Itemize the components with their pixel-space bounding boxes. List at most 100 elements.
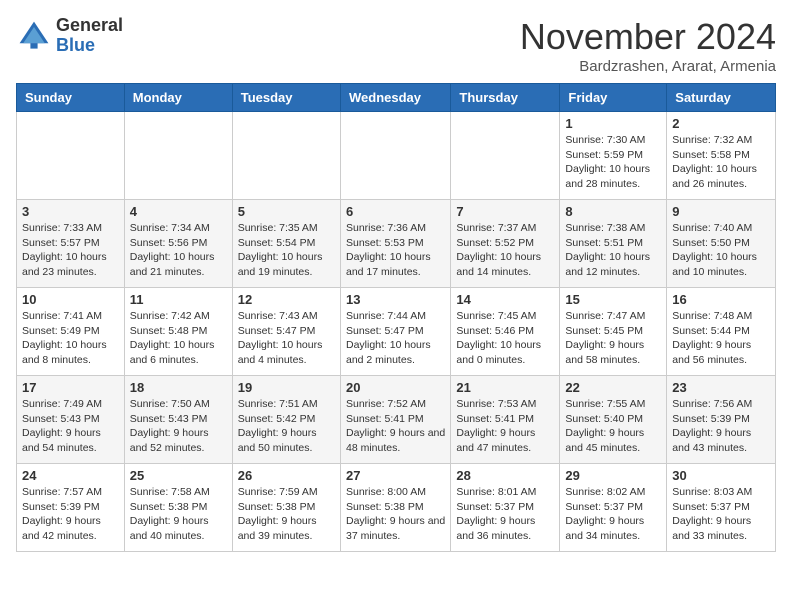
day-info: Sunrise: 7:56 AM Sunset: 5:39 PM Dayligh… <box>672 397 770 456</box>
page-header: General Blue November 2024 Bardzrashen, … <box>16 16 776 75</box>
day-info: Sunrise: 8:00 AM Sunset: 5:38 PM Dayligh… <box>346 485 445 544</box>
calendar-body: 1 Sunrise: 7:30 AM Sunset: 5:59 PM Daylig… <box>17 112 776 552</box>
day-number: 21 <box>456 380 554 395</box>
calendar-cell: 21 Sunrise: 7:53 AM Sunset: 5:41 PM Dayli… <box>451 376 560 464</box>
calendar-cell: 26 Sunrise: 7:59 AM Sunset: 5:38 PM Dayli… <box>232 464 340 552</box>
day-info: Sunrise: 7:49 AM Sunset: 5:43 PM Dayligh… <box>22 397 119 456</box>
month-title: November 2024 <box>520 16 776 58</box>
day-info: Sunrise: 7:32 AM Sunset: 5:58 PM Dayligh… <box>672 133 770 192</box>
calendar-cell: 10 Sunrise: 7:41 AM Sunset: 5:49 PM Dayli… <box>17 288 125 376</box>
day-number: 29 <box>565 468 661 483</box>
day-header-friday: Friday <box>560 84 667 112</box>
logo-blue: Blue <box>56 36 123 56</box>
day-info: Sunrise: 7:41 AM Sunset: 5:49 PM Dayligh… <box>22 309 119 368</box>
day-info: Sunrise: 7:58 AM Sunset: 5:38 PM Dayligh… <box>130 485 227 544</box>
calendar-cell: 3 Sunrise: 7:33 AM Sunset: 5:57 PM Daylig… <box>17 200 125 288</box>
day-number: 30 <box>672 468 770 483</box>
day-info: Sunrise: 7:59 AM Sunset: 5:38 PM Dayligh… <box>238 485 335 544</box>
calendar-week-4: 17 Sunrise: 7:49 AM Sunset: 5:43 PM Dayli… <box>17 376 776 464</box>
day-number: 19 <box>238 380 335 395</box>
day-number: 22 <box>565 380 661 395</box>
calendar-cell: 14 Sunrise: 7:45 AM Sunset: 5:46 PM Dayli… <box>451 288 560 376</box>
calendar-cell <box>451 112 560 200</box>
day-number: 7 <box>456 204 554 219</box>
calendar-cell: 9Sunrise: 7:40 AM Sunset: 5:50 PM Daylig… <box>667 200 776 288</box>
calendar-week-2: 3 Sunrise: 7:33 AM Sunset: 5:57 PM Daylig… <box>17 200 776 288</box>
calendar-cell <box>124 112 232 200</box>
calendar-cell: 13 Sunrise: 7:44 AM Sunset: 5:47 PM Dayli… <box>340 288 450 376</box>
day-info: Sunrise: 7:34 AM Sunset: 5:56 PM Dayligh… <box>130 221 227 280</box>
calendar-cell: 18 Sunrise: 7:50 AM Sunset: 5:43 PM Dayli… <box>124 376 232 464</box>
day-info: Sunrise: 7:43 AM Sunset: 5:47 PM Dayligh… <box>238 309 335 368</box>
calendar-cell <box>232 112 340 200</box>
calendar-cell: 15 Sunrise: 7:47 AM Sunset: 5:45 PM Dayli… <box>560 288 667 376</box>
day-info: Sunrise: 7:48 AM Sunset: 5:44 PM Dayligh… <box>672 309 770 368</box>
calendar-header: SundayMondayTuesdayWednesdayThursdayFrid… <box>17 84 776 112</box>
day-header-sunday: Sunday <box>17 84 125 112</box>
calendar-cell <box>17 112 125 200</box>
day-number: 15 <box>565 292 661 307</box>
day-number: 11 <box>130 292 227 307</box>
calendar-cell: 2Sunrise: 7:32 AM Sunset: 5:58 PM Daylig… <box>667 112 776 200</box>
header-row: SundayMondayTuesdayWednesdayThursdayFrid… <box>17 84 776 112</box>
day-info: Sunrise: 8:03 AM Sunset: 5:37 PM Dayligh… <box>672 485 770 544</box>
calendar-cell: 8 Sunrise: 7:38 AM Sunset: 5:51 PM Daylig… <box>560 200 667 288</box>
day-info: Sunrise: 7:42 AM Sunset: 5:48 PM Dayligh… <box>130 309 227 368</box>
calendar-cell <box>340 112 450 200</box>
day-info: Sunrise: 7:44 AM Sunset: 5:47 PM Dayligh… <box>346 309 445 368</box>
day-number: 1 <box>565 116 661 131</box>
day-number: 20 <box>346 380 445 395</box>
day-info: Sunrise: 7:45 AM Sunset: 5:46 PM Dayligh… <box>456 309 554 368</box>
day-info: Sunrise: 7:36 AM Sunset: 5:53 PM Dayligh… <box>346 221 445 280</box>
day-info: Sunrise: 7:38 AM Sunset: 5:51 PM Dayligh… <box>565 221 661 280</box>
day-number: 17 <box>22 380 119 395</box>
calendar-cell: 30 Sunrise: 8:03 AM Sunset: 5:37 PM Dayli… <box>667 464 776 552</box>
calendar-cell: 12 Sunrise: 7:43 AM Sunset: 5:47 PM Dayli… <box>232 288 340 376</box>
calendar-cell: 27 Sunrise: 8:00 AM Sunset: 5:38 PM Dayli… <box>340 464 450 552</box>
day-info: Sunrise: 7:33 AM Sunset: 5:57 PM Dayligh… <box>22 221 119 280</box>
day-number: 12 <box>238 292 335 307</box>
calendar-cell: 5 Sunrise: 7:35 AM Sunset: 5:54 PM Daylig… <box>232 200 340 288</box>
day-info: Sunrise: 7:53 AM Sunset: 5:41 PM Dayligh… <box>456 397 554 456</box>
day-header-monday: Monday <box>124 84 232 112</box>
day-number: 3 <box>22 204 119 219</box>
calendar-cell: 4 Sunrise: 7:34 AM Sunset: 5:56 PM Daylig… <box>124 200 232 288</box>
day-info: Sunrise: 7:50 AM Sunset: 5:43 PM Dayligh… <box>130 397 227 456</box>
day-info: Sunrise: 7:40 AM Sunset: 5:50 PM Dayligh… <box>672 221 770 280</box>
day-info: Sunrise: 7:47 AM Sunset: 5:45 PM Dayligh… <box>565 309 661 368</box>
logo-general: General <box>56 16 123 36</box>
calendar-cell: 7Sunrise: 7:37 AM Sunset: 5:52 PM Daylig… <box>451 200 560 288</box>
day-number: 27 <box>346 468 445 483</box>
calendar-cell: 16Sunrise: 7:48 AM Sunset: 5:44 PM Dayli… <box>667 288 776 376</box>
day-number: 5 <box>238 204 335 219</box>
day-number: 4 <box>130 204 227 219</box>
day-number: 13 <box>346 292 445 307</box>
calendar-cell: 22Sunrise: 7:55 AM Sunset: 5:40 PM Dayli… <box>560 376 667 464</box>
calendar-table: SundayMondayTuesdayWednesdayThursdayFrid… <box>16 83 776 552</box>
calendar-cell: 17 Sunrise: 7:49 AM Sunset: 5:43 PM Dayli… <box>17 376 125 464</box>
day-info: Sunrise: 7:57 AM Sunset: 5:39 PM Dayligh… <box>22 485 119 544</box>
day-header-wednesday: Wednesday <box>340 84 450 112</box>
day-number: 26 <box>238 468 335 483</box>
day-number: 28 <box>456 468 554 483</box>
day-header-saturday: Saturday <box>667 84 776 112</box>
day-number: 23 <box>672 380 770 395</box>
day-number: 8 <box>565 204 661 219</box>
calendar-cell: 24Sunrise: 7:57 AM Sunset: 5:39 PM Dayli… <box>17 464 125 552</box>
calendar-week-1: 1 Sunrise: 7:30 AM Sunset: 5:59 PM Daylig… <box>17 112 776 200</box>
calendar-cell: 1 Sunrise: 7:30 AM Sunset: 5:59 PM Daylig… <box>560 112 667 200</box>
calendar-cell: 25 Sunrise: 7:58 AM Sunset: 5:38 PM Dayli… <box>124 464 232 552</box>
day-number: 10 <box>22 292 119 307</box>
day-info: Sunrise: 8:02 AM Sunset: 5:37 PM Dayligh… <box>565 485 661 544</box>
logo: General Blue <box>16 16 123 56</box>
calendar-cell: 23 Sunrise: 7:56 AM Sunset: 5:39 PM Dayli… <box>667 376 776 464</box>
logo-text: General Blue <box>56 16 123 56</box>
day-number: 25 <box>130 468 227 483</box>
calendar-cell: 11 Sunrise: 7:42 AM Sunset: 5:48 PM Dayli… <box>124 288 232 376</box>
logo-icon <box>16 18 52 54</box>
day-number: 18 <box>130 380 227 395</box>
day-info: Sunrise: 7:30 AM Sunset: 5:59 PM Dayligh… <box>565 133 661 192</box>
calendar-cell: 20Sunrise: 7:52 AM Sunset: 5:41 PM Dayli… <box>340 376 450 464</box>
day-info: Sunrise: 7:35 AM Sunset: 5:54 PM Dayligh… <box>238 221 335 280</box>
day-number: 14 <box>456 292 554 307</box>
